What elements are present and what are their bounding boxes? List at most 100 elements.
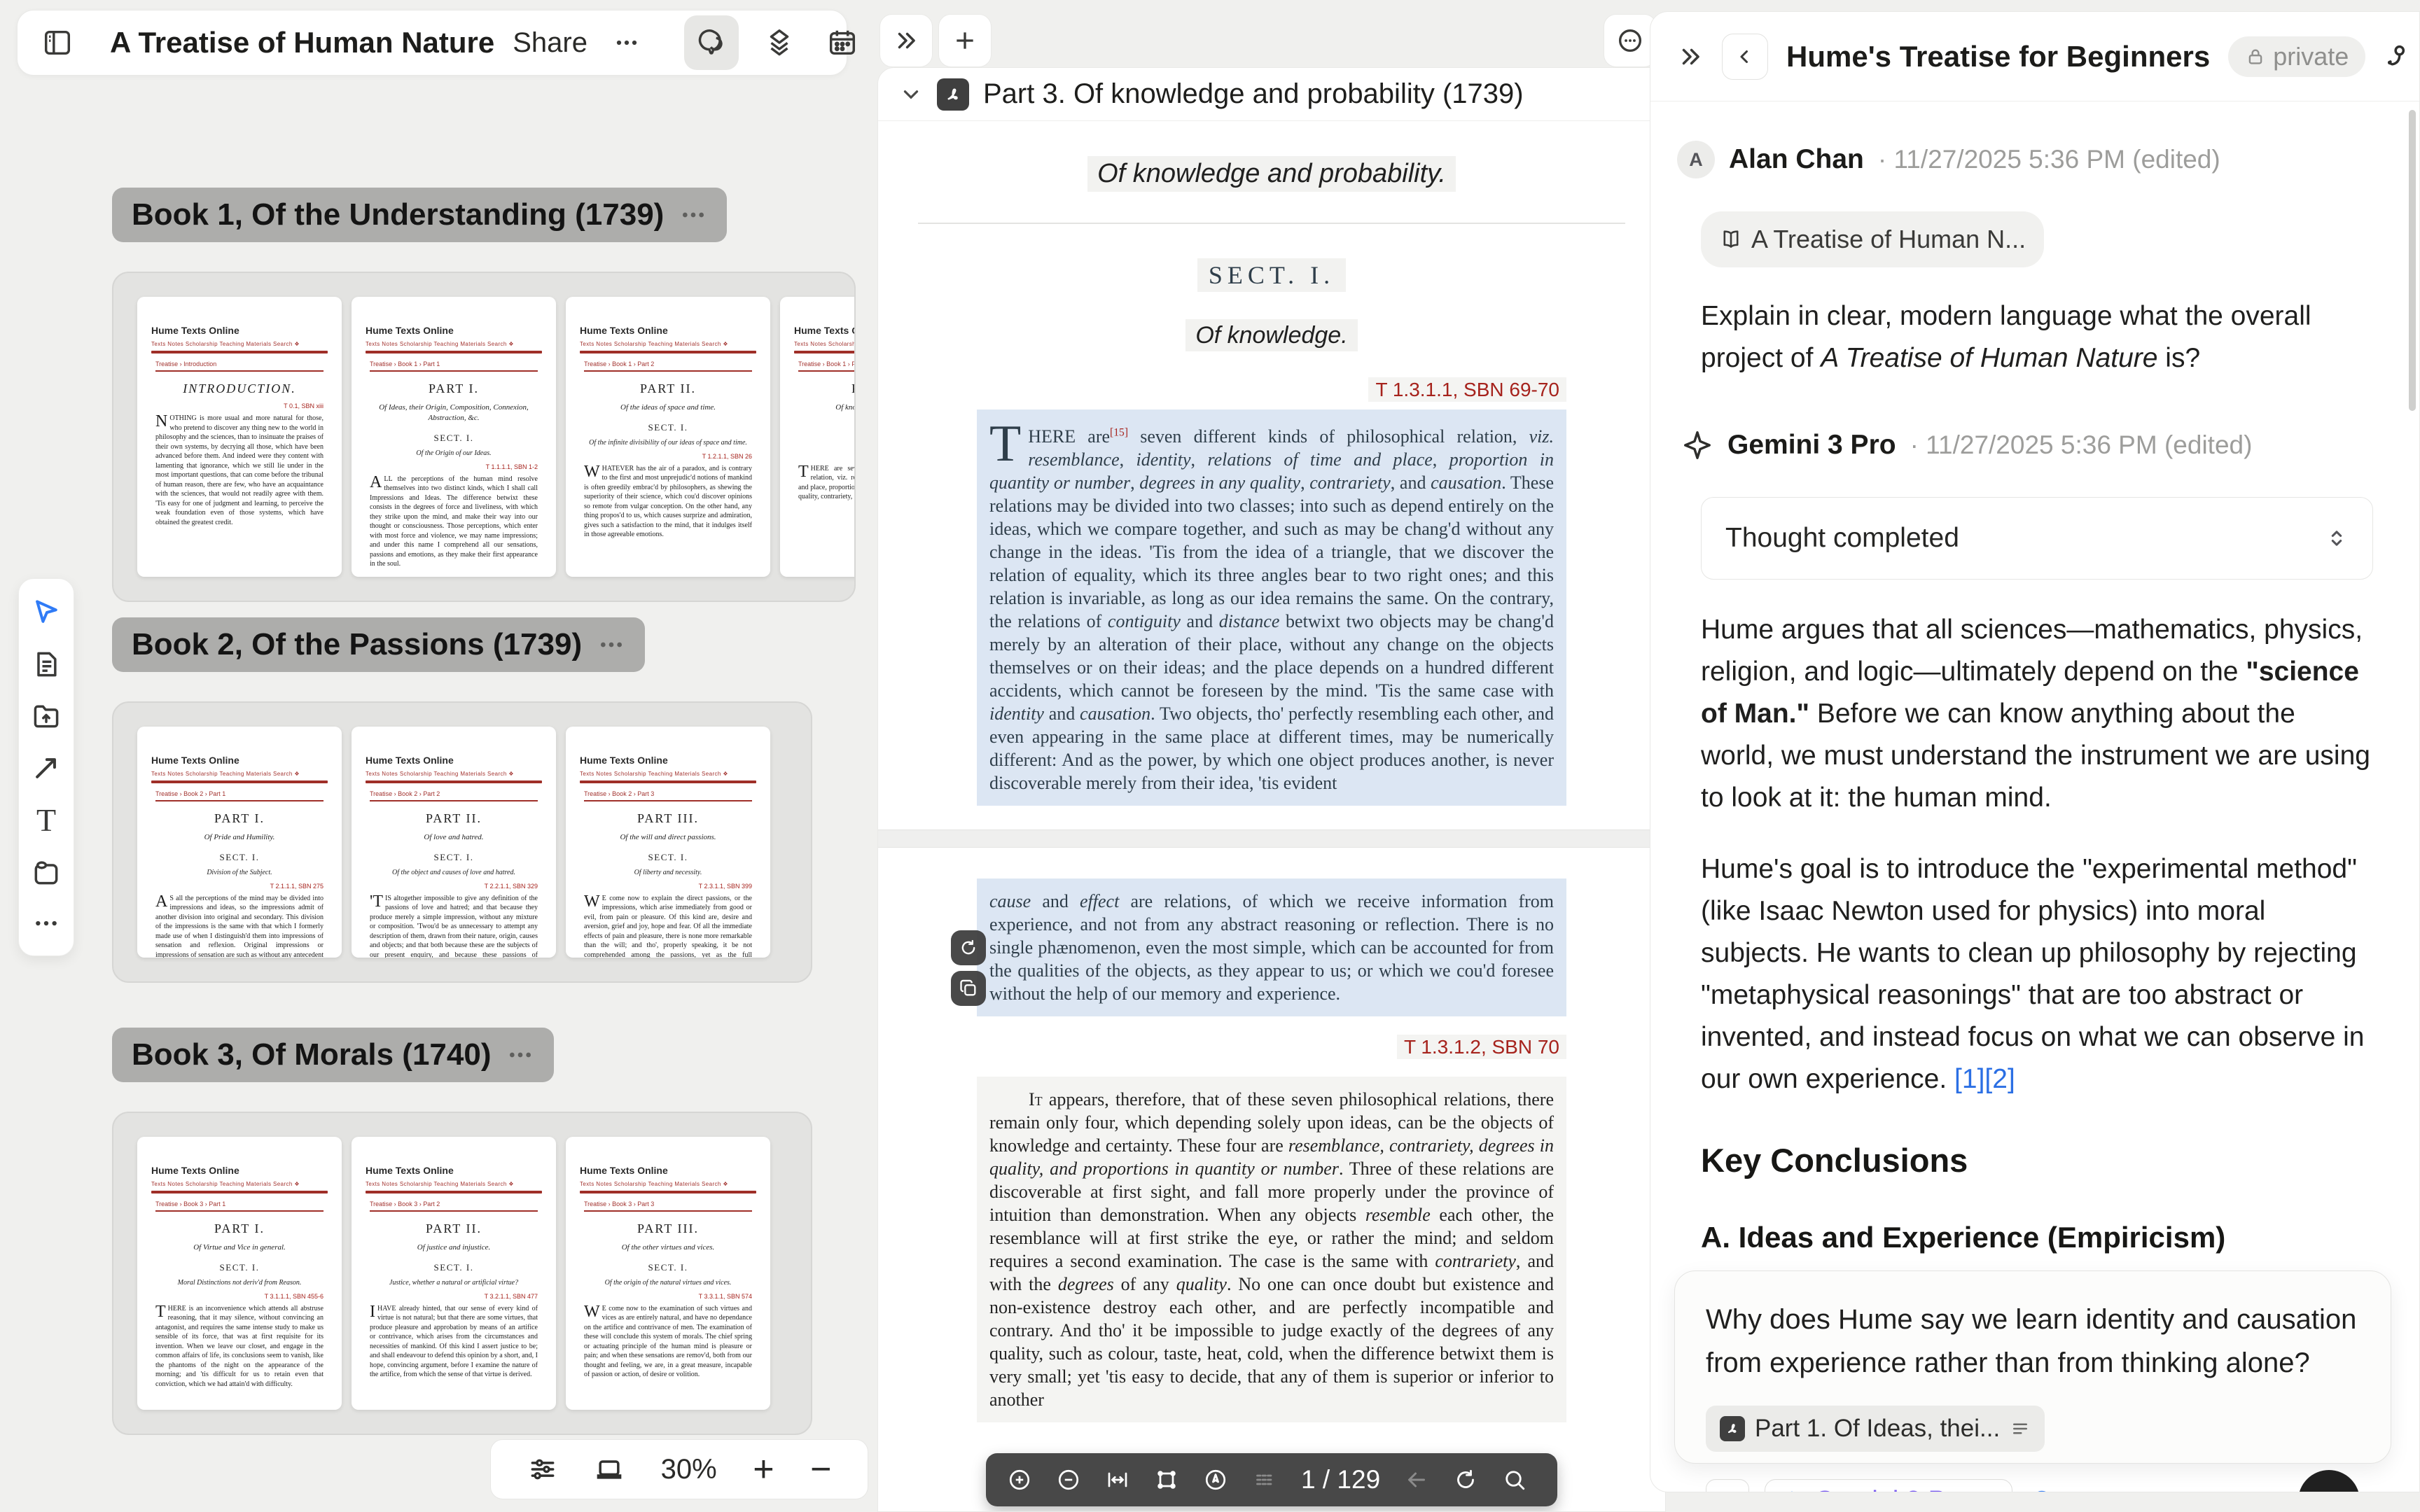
zoom-out-icon[interactable]	[1056, 1467, 1081, 1492]
expand-collapse-icon	[2325, 526, 2349, 550]
answer-heading: Key Conclusions	[1701, 1140, 2373, 1182]
zoom-in-button[interactable]: +	[753, 1451, 774, 1488]
author-name: Alan Chan	[1729, 139, 1864, 181]
thumb-site-title: Hume Texts Online	[151, 325, 328, 336]
expand-panel-icon[interactable]	[1677, 43, 1704, 70]
message-header: A Alan Chan · 11/27/2025 5:36 PM (edited…	[1677, 139, 2373, 181]
more-tools-icon[interactable]	[32, 909, 60, 937]
arrow-tool[interactable]	[31, 752, 62, 783]
document-header[interactable]: Part 3. Of knowledge and probability (17…	[878, 68, 1665, 121]
group-more-icon[interactable]	[506, 1041, 534, 1069]
avatar: A	[1677, 141, 1715, 178]
chat-title[interactable]: Hume's Treatise for Beginners	[1786, 40, 2210, 74]
group-frame-book3[interactable]: Hume Texts Online Texts Notes Scholarshi…	[112, 1112, 812, 1435]
select-region-icon[interactable]	[1154, 1467, 1179, 1492]
timestamp: · 11/27/2025 5:36 PM (edited)	[1878, 139, 2220, 181]
text-tool[interactable]: T	[36, 804, 56, 836]
outline-icon[interactable]	[1252, 1467, 1277, 1492]
highlighted-paragraph[interactable]: THERE are[15] seven different kinds of p…	[977, 410, 1566, 806]
group-title: Book 3, Of Morals (1740)	[132, 1037, 491, 1072]
pdf-file-icon	[1720, 1416, 1745, 1441]
sbn-label[interactable]: T 1.3.1.1, SBN 69-70	[977, 379, 1566, 401]
page-thumbnail[interactable]: Hume Texts Online Texts Notes Scholarshi…	[352, 1137, 556, 1410]
sidebar-toggle-icon[interactable]	[41, 27, 74, 59]
message-header: Gemini 3 Pro · 11/27/2025 5:36 PM (edite…	[1681, 424, 2373, 466]
chat-panel: Hume's Treatise for Beginners private A …	[1650, 11, 2420, 1492]
page-thumbnail[interactable]: Hume Texts Online Texts Notes Scholarshi…	[352, 727, 556, 958]
group-frame-book2[interactable]: Hume Texts Online Texts Notes Scholarshi…	[112, 701, 812, 983]
fit-width-icon[interactable]	[1105, 1467, 1130, 1492]
copy-highlight-button[interactable]	[951, 971, 986, 1006]
chat-scrollbar[interactable]	[2409, 110, 2416, 411]
present-mode-icon[interactable]	[594, 1454, 625, 1485]
frame-tool[interactable]	[31, 858, 62, 888]
group-more-icon[interactable]	[597, 631, 625, 659]
context-chip[interactable]: Part 1. Of Ideas, thei...	[1706, 1406, 2045, 1452]
chip-menu-icon[interactable]	[2010, 1418, 2031, 1439]
pdf-file-icon	[937, 78, 969, 111]
rotate-page-icon[interactable]	[1453, 1467, 1478, 1492]
previous-page-icon[interactable]	[1404, 1467, 1429, 1492]
settings-sliders-icon[interactable]	[2071, 1487, 2099, 1492]
answer-paragraph: Hume argues that all sciences—mathematic…	[1701, 609, 2373, 819]
page-thumbnail[interactable]: Hume Texts Online Texts Notes Scholarshi…	[566, 297, 770, 577]
layers-icon[interactable]	[757, 15, 802, 70]
pdf-page-1: Of knowledge and probability. SECT. I. O…	[878, 156, 1665, 806]
calendar-icon[interactable]	[820, 15, 865, 70]
page-thumbnail[interactable]: Hume Texts Online Texts Notes Scholarshi…	[137, 1137, 342, 1410]
privacy-badge[interactable]: private	[2228, 36, 2365, 77]
zoom-out-button[interactable]: −	[810, 1451, 831, 1488]
share-profile-icon[interactable]	[2384, 42, 2413, 71]
collapse-chevron-icon[interactable]	[899, 83, 923, 106]
auto-scroll-icon[interactable]	[1203, 1467, 1228, 1492]
composer-input[interactable]: Why does Hume say we learn identity and …	[1706, 1298, 2360, 1385]
group-frame-book1[interactable]: Hume Texts Online Texts Notes Scholarshi…	[112, 272, 856, 602]
upload-folder-tool[interactable]	[31, 701, 62, 732]
page-thumbnail[interactable]: Hume Texts Online Texts Notes Scholarshi…	[566, 727, 770, 958]
group-label-book2[interactable]: Book 2, Of the Passions (1739)	[112, 617, 645, 672]
select-cursor-tool[interactable]	[31, 597, 62, 628]
model-selector[interactable]: Gemini 3 Pro	[1765, 1479, 2012, 1492]
timestamp: · 11/27/2025 5:36 PM (edited)	[1910, 424, 2253, 466]
share-button[interactable]: Share	[513, 27, 587, 59]
add-tab-button[interactable]	[938, 14, 992, 67]
highlighted-paragraph[interactable]: cause and effect are relations, of which…	[977, 878, 1566, 1016]
group-label-book3[interactable]: Book 3, Of Morals (1740)	[112, 1028, 554, 1082]
group-label-book1[interactable]: Book 1, Of the Understanding (1739)	[112, 188, 727, 242]
page-thumbnail[interactable]: Hume Texts Online Texts Notes Scholarshi…	[780, 297, 856, 577]
highlight-action-stack	[951, 930, 986, 1006]
attach-button[interactable]	[1706, 1479, 1749, 1492]
group-more-icon[interactable]	[679, 201, 707, 229]
question-text: Explain in clear, modern language what t…	[1701, 295, 2373, 379]
pdf-paragraph[interactable]: It appears, therefore, that of these sev…	[977, 1077, 1566, 1422]
page-thumbnail[interactable]: Hume Texts Online Texts Notes Scholarshi…	[352, 297, 556, 577]
zoom-in-icon[interactable]	[1007, 1467, 1032, 1492]
regenerate-highlight-button[interactable]	[951, 930, 986, 965]
sbn-label[interactable]: T 1.3.1.2, SBN 70	[977, 1036, 1566, 1058]
reference-chip[interactable]: A Treatise of Human N...	[1701, 211, 2044, 267]
thumb-breadcrumb: Treatise › Introduction	[155, 360, 324, 372]
pdf-section-subheading: Of knowledge.	[878, 322, 1665, 349]
pdf-viewer[interactable]: Of knowledge and probability. SECT. I. O…	[878, 121, 1665, 1512]
collapse-panel-button[interactable]	[879, 14, 933, 67]
message-composer[interactable]: Why does Hume say we learn identity and …	[1674, 1270, 2391, 1464]
page-counter[interactable]: 1 / 129	[1301, 1465, 1380, 1494]
zoom-level[interactable]: 30%	[661, 1454, 717, 1485]
chat-scroll-area[interactable]: A Alan Chan · 11/27/2025 5:36 PM (edited…	[1650, 102, 2412, 1287]
more-menu-icon[interactable]	[606, 15, 648, 70]
tab-options-button[interactable]	[1604, 14, 1657, 67]
back-button[interactable]	[1722, 34, 1768, 80]
page-thumbnail[interactable]: Hume Texts Online Texts Notes Scholarshi…	[566, 1137, 770, 1410]
page-thumbnail[interactable]: Hume Texts Online Texts Notes Scholarshi…	[137, 727, 342, 958]
send-button[interactable]	[2298, 1470, 2360, 1492]
view-settings-icon[interactable]	[527, 1454, 558, 1485]
thought-toggle[interactable]: Thought completed	[1701, 497, 2373, 580]
document-tool[interactable]	[31, 649, 62, 680]
chat-panel-button[interactable]	[684, 15, 739, 70]
page-thumbnail[interactable]: Hume Texts Online Texts Notes Scholarshi…	[137, 297, 342, 577]
history-icon[interactable]	[2028, 1487, 2056, 1492]
answer-subheading: A. Ideas and Experience (Empiricism)	[1701, 1217, 2373, 1259]
board-title[interactable]: A Treatise of Human Nature	[110, 26, 494, 59]
pdf-page-2: cause and effect are relations, of which…	[878, 848, 1665, 1422]
search-icon[interactable]	[1502, 1467, 1527, 1492]
